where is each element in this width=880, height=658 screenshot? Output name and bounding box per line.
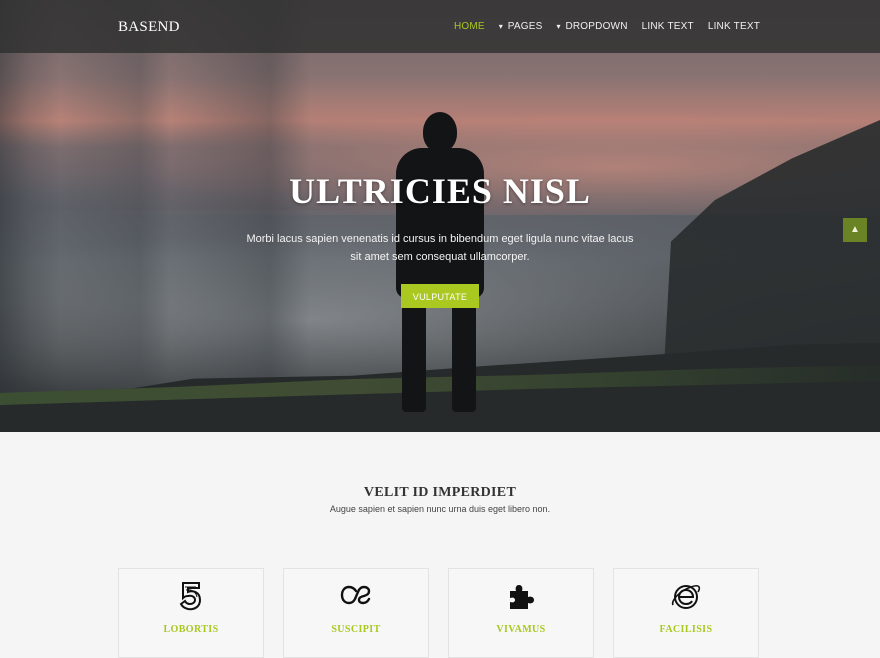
feature-card-facilisis[interactable]: FACILISIS <box>613 568 759 658</box>
five-icon <box>119 579 263 613</box>
nav-menu: HOME ▾ PAGES ▾ DROPDOWN LINK TEXT LINK T… <box>454 21 760 32</box>
caret-down-icon: ▾ <box>498 22 503 31</box>
internet-explorer-icon <box>614 579 758 613</box>
chevron-up-icon: ▲ <box>850 224 860 235</box>
caret-down-icon: ▾ <box>556 22 561 31</box>
hero-text: Morbi lacus sapien venenatis id cursus i… <box>246 233 634 263</box>
nav-item-link-text-2[interactable]: LINK TEXT <box>708 21 760 32</box>
feature-card-vivamus[interactable]: VIVAMUS <box>448 568 594 658</box>
brand-logo[interactable]: BASEND <box>118 19 180 36</box>
nav-item-dropdown[interactable]: ▾ DROPDOWN <box>556 21 627 32</box>
scroll-top-button[interactable]: ▲ <box>843 218 867 242</box>
lastfm-icon <box>284 579 428 613</box>
feature-card-label: SUSCIPIT <box>331 624 381 635</box>
feature-card-label: LOBORTIS <box>163 624 219 635</box>
puzzle-icon <box>449 579 593 613</box>
nav-item-home[interactable]: HOME <box>454 21 485 32</box>
section-subtitle: Augue sapien et sapien nunc urna duis eg… <box>329 504 551 514</box>
navbar: BASEND HOME ▾ PAGES ▾ DROPDOWN LINK TEXT… <box>0 0 880 53</box>
hero-title: ULTRICIES NISL <box>289 171 591 211</box>
feature-card-suscipit[interactable]: SUSCIPIT <box>283 568 429 658</box>
features-section: VELIT ID IMPERDIET Augue sapien et sapie… <box>0 432 880 658</box>
feature-card-label: FACILISIS <box>659 624 713 635</box>
feature-card-lobortis[interactable]: LOBORTIS <box>118 568 264 658</box>
nav-item-link-text-1[interactable]: LINK TEXT <box>642 21 694 32</box>
section-title: VELIT ID IMPERDIET <box>363 485 517 500</box>
hero-banner: ULTRICIES NISL Morbi lacus sapien venena… <box>0 0 880 432</box>
nav-item-pages[interactable]: ▾ PAGES <box>499 21 543 32</box>
feature-card-label: VIVAMUS <box>496 624 546 635</box>
vulputate-button[interactable]: VULPUTATE <box>401 284 479 308</box>
hero-content: ULTRICIES NISL Morbi lacus sapien venena… <box>0 170 880 308</box>
